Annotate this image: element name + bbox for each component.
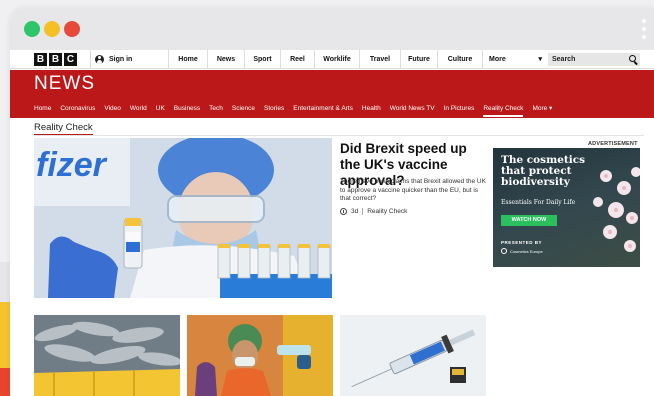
advertisement-label: ADVERTISEMENT — [588, 141, 638, 147]
subnav-item-science[interactable]: Science — [232, 101, 255, 117]
top-nav-future[interactable]: Future — [400, 50, 437, 69]
window-minimize-button[interactable] — [44, 21, 60, 37]
top-nav-news[interactable]: News — [207, 50, 244, 69]
subnav-item-health[interactable]: Health — [362, 101, 381, 117]
thumbnail-illustration-worker[interactable] — [187, 315, 333, 396]
subnav-item-reality-check[interactable]: Reality Check — [483, 101, 524, 117]
top-nav-home[interactable]: Home — [168, 50, 207, 69]
logo-letter: B — [49, 53, 62, 66]
browser-window: B B C Sign in Home News Sport Reel Workl… — [10, 8, 654, 396]
subnav-item-home[interactable]: Home — [34, 101, 51, 117]
news-banner: NEWS Home Coronavirus Video World UK Bus… — [10, 70, 654, 118]
ad-headline: The cosmetics that protect biodiversity — [501, 154, 586, 188]
thumbnail-fish-market[interactable] — [34, 315, 180, 396]
window-maximize-button[interactable] — [24, 21, 40, 37]
subnav-item-stories[interactable]: Stories — [264, 101, 284, 117]
bbc-masthead: B B C Sign in Home News Sport Reel Workl… — [10, 50, 654, 69]
top-nav-travel[interactable]: Travel — [359, 50, 400, 69]
hero-tag-link[interactable]: Reality Check — [362, 208, 407, 215]
subnav-item-business[interactable]: Business — [174, 101, 200, 117]
clock-icon — [340, 208, 347, 215]
hero-summary: There have been claims that Brexit allow… — [340, 178, 486, 202]
fish-market-image — [34, 315, 180, 396]
search-icon[interactable] — [629, 55, 636, 62]
subnav-item-in-pictures[interactable]: In Pictures — [444, 101, 475, 117]
hero-image-text: fizer — [36, 146, 108, 184]
user-icon — [95, 55, 104, 64]
subnav-item-tech[interactable]: Tech — [209, 101, 223, 117]
section-divider — [34, 135, 644, 136]
subnav-item-video[interactable]: Video — [104, 101, 121, 117]
subnav-item-more[interactable]: More ▾ — [532, 101, 552, 117]
subnav-item-world-news-tv[interactable]: World News TV — [390, 101, 435, 117]
thumbnail-syringe-vaccine[interactable] — [340, 315, 486, 396]
blossom-image — [593, 167, 640, 252]
top-nav-culture[interactable]: Culture — [437, 50, 482, 69]
advertisement-banner[interactable]: The cosmetics that protect biodiversity … — [493, 148, 640, 267]
top-nav-sport[interactable]: Sport — [244, 50, 280, 69]
top-nav-worklife[interactable]: Worklife — [314, 50, 359, 69]
hero-vaccine-photo: fizer — [34, 138, 332, 298]
kebab-menu-icon[interactable] — [642, 19, 646, 39]
news-subnav: Home Coronavirus Video World UK Business… — [34, 101, 552, 117]
signin-label: Sign in — [109, 56, 133, 63]
top-nav-more[interactable]: More ▾ — [482, 50, 548, 69]
section-title[interactable]: Reality Check — [34, 122, 93, 136]
hero-timestamp: 3d — [351, 208, 359, 215]
subnav-item-coronavirus[interactable]: Coronavirus — [60, 101, 95, 117]
ad-subline: Essentials For Daily Life — [501, 199, 576, 206]
sponsor-logo-icon — [501, 248, 507, 254]
news-title[interactable]: NEWS — [34, 73, 95, 95]
search-label: Search — [552, 56, 576, 63]
sponsor-name: Cosmetics Europe — [510, 249, 543, 254]
window-close-button[interactable] — [64, 21, 80, 37]
logo-letter: C — [64, 53, 77, 66]
ad-presented-by: PRESENTED BY — [501, 240, 543, 245]
window-titlebar — [10, 8, 654, 50]
subnav-item-world[interactable]: World — [130, 101, 147, 117]
subnav-item-entertainment[interactable]: Entertainment & Arts — [293, 101, 353, 117]
top-nav: Home News Sport Reel Worklife Travel Fut… — [168, 50, 548, 69]
illustration-worker-image — [187, 315, 333, 396]
watch-now-button[interactable]: WATCH NOW — [501, 215, 557, 226]
logo-letter: B — [34, 53, 47, 66]
top-nav-more-label: More — [489, 56, 506, 63]
syringe-image — [340, 315, 486, 396]
subnav-item-uk[interactable]: UK — [156, 101, 165, 117]
bbc-logo[interactable]: B B C — [34, 53, 77, 66]
hero-meta: 3d Reality Check — [340, 208, 407, 215]
top-nav-reel[interactable]: Reel — [280, 50, 314, 69]
search-input[interactable]: Search — [548, 53, 640, 66]
signin-link[interactable]: Sign in — [90, 50, 170, 69]
hero-image[interactable]: fizer — [34, 138, 332, 298]
chevron-down-icon: ▾ — [538, 56, 542, 63]
